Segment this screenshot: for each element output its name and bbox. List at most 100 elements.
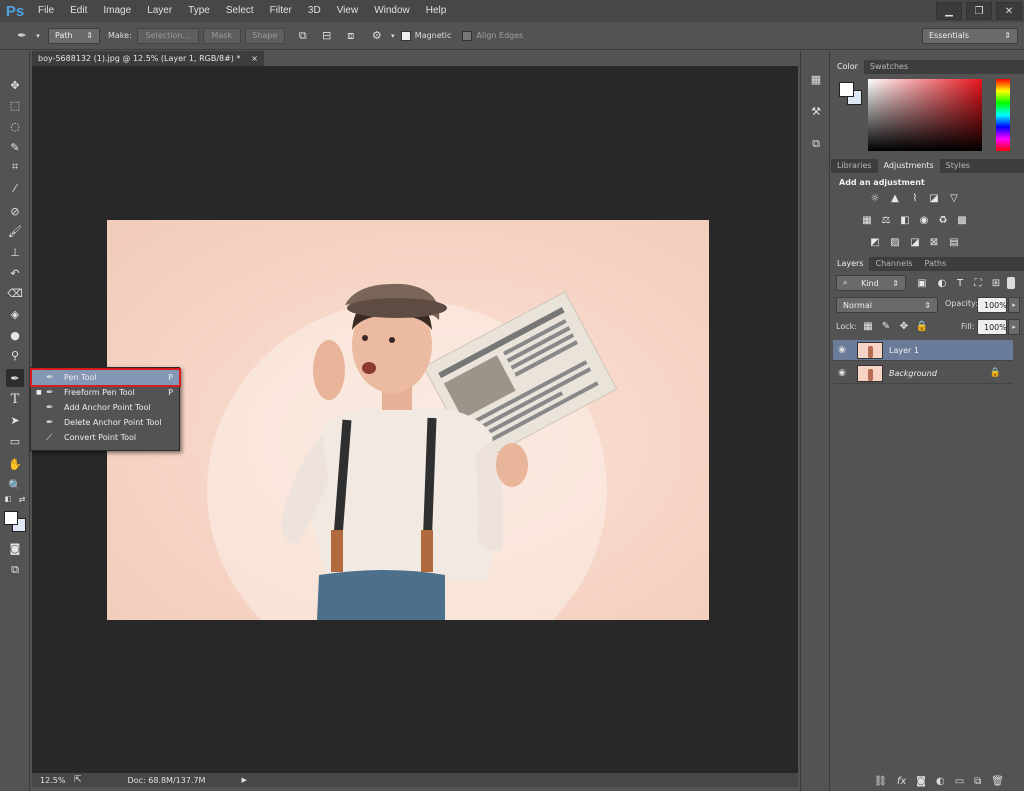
rectangle-tool-icon[interactable]: ▭	[6, 432, 24, 450]
foreground-color-swatch[interactable]	[4, 511, 18, 525]
levels-icon[interactable]: ▲	[888, 192, 902, 204]
menu-3d[interactable]: 3D	[300, 0, 329, 22]
menu-help[interactable]: Help	[418, 0, 455, 22]
brightness-contrast-icon[interactable]: ☼	[868, 192, 882, 204]
flyout-item-convert-point[interactable]: ⟋ Convert Point Tool	[32, 430, 179, 445]
curves-icon[interactable]: ⌇	[908, 192, 922, 204]
align-edges-checkbox[interactable]	[462, 30, 473, 41]
tab-adjustments[interactable]: Adjustments	[877, 159, 940, 173]
flyout-item-add-anchor[interactable]: ✒ Add Anchor Point Tool	[32, 400, 179, 415]
menu-view[interactable]: View	[329, 0, 367, 22]
screen-mode-icon[interactable]: ⧉	[6, 561, 24, 579]
path-mode-select[interactable]: Path ⇕	[48, 27, 100, 44]
path-selection-icon[interactable]: ➤	[6, 411, 24, 429]
eraser-tool-icon[interactable]: ⌫	[6, 284, 24, 302]
threshold-icon[interactable]: ◪	[908, 236, 922, 248]
color-lookup-icon[interactable]: ▩	[955, 214, 969, 226]
color-spectrum-field[interactable]	[868, 79, 982, 151]
properties-panel-icon[interactable]: ⚒	[807, 103, 825, 119]
filter-shape-icon[interactable]: ⛶	[971, 277, 985, 289]
fill-dropdown-icon[interactable]: ▸	[1008, 319, 1020, 335]
menu-type[interactable]: Type	[180, 0, 218, 22]
add-mask-icon[interactable]: ◙	[916, 776, 926, 787]
posterize-icon[interactable]: ▨	[888, 236, 902, 248]
visibility-eye-icon[interactable]: ◉	[833, 345, 851, 355]
flyout-item-pen-tool[interactable]: ✒ Pen Tool P	[30, 368, 181, 387]
make-shape-button[interactable]: Shape	[244, 27, 285, 44]
document-image[interactable]	[107, 220, 709, 620]
chevron-down-icon[interactable]: ▾	[34, 28, 42, 44]
layer-row[interactable]: ◉ Background 🔒	[833, 363, 1013, 384]
rectangular-marquee-icon[interactable]: ⬚	[6, 96, 24, 114]
opacity-dropdown-icon[interactable]: ▸	[1008, 297, 1020, 313]
brush-tool-icon[interactable]: 🖌	[6, 222, 24, 240]
flyout-item-freeform-pen[interactable]: ■ ✒ Freeform Pen Tool P	[32, 385, 179, 400]
navigator-panel-icon[interactable]: ⧉	[807, 136, 825, 152]
selective-color-icon[interactable]: ⊠	[927, 236, 941, 248]
tab-styles[interactable]: Styles	[940, 159, 976, 173]
link-layers-icon[interactable]: ⛓	[874, 776, 887, 787]
tab-color[interactable]: Color	[831, 60, 864, 74]
tab-channels[interactable]: Channels	[869, 257, 918, 271]
menu-filter[interactable]: Filter	[262, 0, 300, 22]
pen-tool-preset-icon[interactable]: ✒	[14, 28, 30, 44]
fg-color-swatch[interactable]	[839, 82, 854, 97]
dodge-tool-icon[interactable]: ⚲	[6, 346, 24, 364]
make-mask-button[interactable]: Mask	[202, 27, 241, 44]
workspace-select[interactable]: Essentials ⇕	[922, 27, 1018, 44]
export-icon[interactable]: ⇱	[74, 775, 82, 785]
photo-filter-icon[interactable]: ◉	[917, 214, 931, 226]
hue-saturation-icon[interactable]: ▦	[860, 214, 874, 226]
history-brush-icon[interactable]: ↶	[6, 264, 24, 282]
crop-tool-icon[interactable]: ⌗	[6, 158, 24, 176]
document-tab[interactable]: boy-5688132 (1).jpg @ 12.5% (Layer 1, RG…	[32, 51, 264, 66]
lock-transparent-icon[interactable]: ▦	[861, 320, 875, 332]
hue-slider[interactable]	[996, 79, 1010, 151]
type-tool-icon[interactable]: T	[6, 390, 24, 408]
fill-input[interactable]: 100%	[977, 319, 1007, 335]
menu-file[interactable]: File	[30, 0, 62, 22]
menu-layer[interactable]: Layer	[139, 0, 180, 22]
pen-tool-icon[interactable]: ✒	[6, 369, 24, 387]
lasso-tool-icon[interactable]: ◌	[6, 117, 24, 135]
filter-adjustment-icon[interactable]: ◐	[935, 277, 949, 289]
blend-mode-select[interactable]: Normal ⇕	[836, 297, 938, 313]
eyedropper-icon[interactable]: ⁄	[6, 179, 24, 197]
new-adjustment-layer-icon[interactable]: ◐	[936, 776, 945, 787]
chevron-down-icon[interactable]: ▾	[389, 28, 397, 44]
menu-edit[interactable]: Edit	[62, 0, 95, 22]
spot-healing-icon[interactable]: ⊘	[6, 202, 24, 220]
invert-icon[interactable]: ◩	[868, 236, 882, 248]
flyout-item-delete-anchor[interactable]: ✒ Delete Anchor Point Tool	[32, 415, 179, 430]
filter-toggle-icon[interactable]	[1007, 277, 1015, 289]
restore-icon[interactable]: ❐	[966, 2, 992, 20]
visibility-eye-icon[interactable]: ◉	[833, 368, 851, 378]
new-layer-icon[interactable]: ⧉	[974, 776, 981, 787]
filter-pixel-icon[interactable]: ▣	[915, 277, 929, 289]
filter-type-icon[interactable]: T	[953, 277, 967, 289]
opacity-input[interactable]: 100%	[977, 297, 1007, 313]
blur-tool-icon[interactable]: ●	[6, 326, 24, 344]
zoom-tool-icon[interactable]: 🔍	[6, 476, 24, 494]
path-arrangement-icon[interactable]: ⧈	[343, 28, 359, 44]
menu-window[interactable]: Window	[366, 0, 418, 22]
paint-bucket-icon[interactable]: ◈	[6, 305, 24, 323]
new-group-icon[interactable]: ▭	[955, 776, 964, 787]
channel-mixer-icon[interactable]: ♻	[936, 214, 950, 226]
hand-tool-icon[interactable]: ✋	[6, 455, 24, 473]
magnetic-checkbox[interactable]	[400, 30, 411, 41]
filter-smart-object-icon[interactable]: ⊞	[989, 277, 1003, 289]
zoom-level[interactable]: 12.5%	[40, 776, 70, 785]
close-icon[interactable]: ✕	[996, 2, 1022, 20]
color-balance-icon[interactable]: ⚖	[879, 214, 893, 226]
layer-style-fx-icon[interactable]: fx	[897, 776, 906, 787]
default-colors-icon[interactable]: ◧	[3, 494, 13, 504]
tab-layers[interactable]: Layers	[831, 257, 870, 271]
tab-paths[interactable]: Paths	[919, 257, 953, 271]
black-white-icon[interactable]: ◧	[898, 214, 912, 226]
menu-image[interactable]: Image	[95, 0, 139, 22]
layer-row[interactable]: ◉ Layer 1	[833, 340, 1013, 361]
path-operations-icon[interactable]: ⧉	[295, 28, 311, 44]
swap-colors-icon[interactable]: ⇄	[17, 494, 27, 504]
clone-stamp-icon[interactable]: ⊥	[6, 243, 24, 261]
